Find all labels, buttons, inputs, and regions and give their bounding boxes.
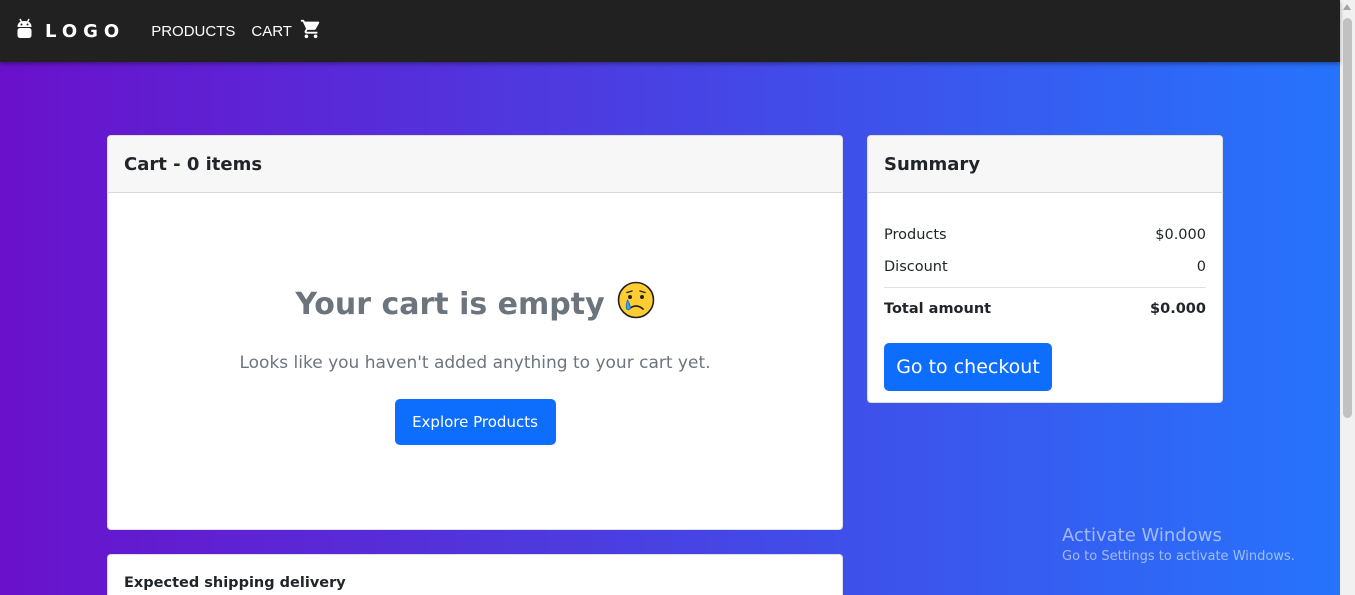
watermark-subtitle: Go to Settings to activate Windows.: [1062, 549, 1295, 564]
cart-card: Cart - 0 items Your cart is empty Looks …: [107, 135, 843, 530]
windows-activation-watermark: Activate Windows Go to Settings to activ…: [1062, 525, 1295, 564]
summary-divider: [884, 287, 1206, 288]
crying-face-icon: [617, 281, 655, 327]
vertical-scrollbar[interactable]: [1340, 0, 1355, 595]
summary-total-label: Total amount: [884, 301, 992, 317]
nav-cart-link[interactable]: CART: [251, 18, 322, 44]
navbar: LOGO PRODUCTS CART: [0, 0, 1340, 62]
summary-header: Summary: [868, 136, 1222, 193]
summary-body: Products $0.000 Discount 0 Total amount …: [868, 193, 1222, 391]
summary-products-label: Products: [884, 227, 947, 243]
summary-discount-row: Discount 0: [884, 251, 1206, 283]
watermark-title: Activate Windows: [1062, 525, 1222, 546]
explore-products-button[interactable]: Explore Products: [394, 399, 556, 445]
empty-cart-section: Your cart is empty Looks like you haven'…: [108, 193, 842, 445]
shopping-cart-icon: [292, 18, 322, 44]
android-icon: [16, 18, 33, 45]
summary-discount-label: Discount: [884, 259, 948, 275]
summary-products-value: $0.000: [1155, 227, 1206, 243]
scrollbar-thumb[interactable]: [1343, 18, 1352, 418]
logo-text: LOGO: [45, 20, 126, 42]
shipping-title: Expected shipping delivery: [124, 575, 346, 591]
checkout-button[interactable]: Go to checkout: [884, 343, 1052, 391]
scroll-up-arrow-icon[interactable]: [1343, 4, 1351, 10]
summary-discount-value: 0: [1196, 259, 1206, 275]
empty-cart-message: Looks like you haven't added anything to…: [239, 353, 711, 373]
nav-cart-label: CART: [251, 22, 292, 40]
cart-header: Cart - 0 items: [108, 136, 842, 193]
summary-card: Summary Products $0.000 Discount 0 Total…: [867, 135, 1223, 403]
summary-total-value: $0.000: [1150, 301, 1206, 317]
empty-cart-title: Your cart is empty: [295, 286, 605, 322]
empty-cart-heading: Your cart is empty: [295, 281, 654, 327]
shipping-card: Expected shipping delivery: [107, 554, 843, 595]
summary-total-row: Total amount $0.000: [884, 292, 1206, 326]
summary-products-row: Products $0.000: [884, 219, 1206, 251]
logo[interactable]: LOGO: [16, 18, 125, 45]
nav-products-link[interactable]: PRODUCTS: [151, 23, 235, 40]
